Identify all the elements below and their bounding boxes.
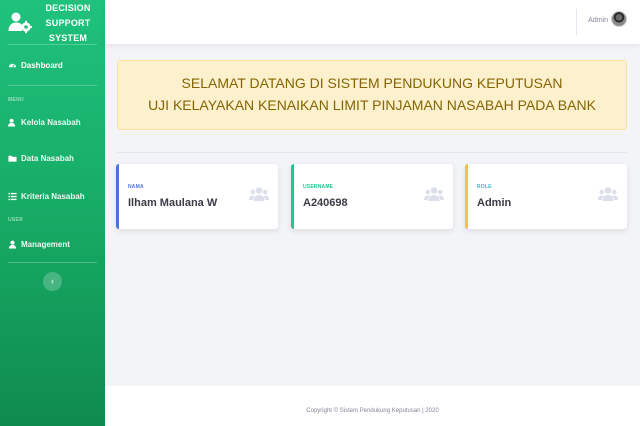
topbar-divider [576,9,577,35]
sidebar-item-label: Dashboard [21,60,63,70]
sidebar-item-data-nasabah[interactable]: Data Nasabah [0,138,105,178]
card-label: USERNAME [303,184,334,190]
sidebar-item-label: Kriteria Nasabah [21,191,85,201]
card-value: Admin [477,197,512,209]
user-icon [8,240,17,249]
card-value: Ilham Maulana W [128,197,218,209]
banner-title: SELAMAT DATANG DI SISTEM PENDUKUNG KEPUT… [181,75,563,91]
brand-line-2: SUPPORT [45,17,91,28]
brand-line-3: SYSTEM [48,32,88,43]
sidebar: DECISION SUPPORT SYSTEM Dashboard MENU K… [0,0,105,426]
users-icon [249,187,269,201]
avatar[interactable] [611,11,627,27]
folder-icon [8,154,17,163]
chevron-left-icon: ‹ [51,276,54,286]
sidebar-item-kelola-nasabah[interactable]: Kelola Nasabah [0,106,105,138]
topbar: Admin [105,0,640,44]
sidebar-item-dashboard[interactable]: Dashboard [0,45,105,85]
sidebar-heading-menu: MENU [8,97,24,103]
card-label: ROLE [477,184,492,190]
user-edit-icon [8,118,17,127]
sidebar-brand[interactable]: DECISION SUPPORT SYSTEM [0,0,105,44]
content-divider [117,152,627,153]
footer: Copyright © Sistem Pendukung Keputusan |… [105,386,640,426]
card-nama: NAMA Ilham Maulana W [116,164,278,229]
footer-copyright: Copyright © Sistem Pendukung Keputusan |… [306,408,439,414]
list-icon [8,192,17,201]
sidebar-item-label: Data Nasabah [21,153,74,163]
sidebar-item-management[interactable]: Management [0,226,105,262]
banner-subtitle: UJI KELAYAKAN KENAIKAN LIMIT PINJAMAN NA… [148,97,596,113]
user-name[interactable]: Admin [588,17,608,24]
users-cog-icon [8,12,32,34]
sidebar-toggle-button[interactable]: ‹ [43,272,62,291]
users-icon [424,187,444,201]
sidebar-item-label: Kelola Nasabah [21,117,81,127]
sidebar-item-kriteria-nasabah[interactable]: Kriteria Nasabah [0,178,105,214]
card-label: NAMA [128,184,144,190]
card-role: ROLE Admin [465,164,627,229]
brand-text: DECISION SUPPORT SYSTEM [38,1,98,46]
brand-line-1: DECISION [45,2,91,13]
card-username: USERNAME A240698 [291,164,453,229]
welcome-banner: SELAMAT DATANG DI SISTEM PENDUKUNG KEPUT… [117,60,627,130]
dashboard-icon [8,61,17,70]
users-icon [598,187,618,201]
sidebar-item-label: Management [21,239,70,249]
card-value: A240698 [303,197,348,209]
sidebar-heading-user: USER [8,217,24,223]
sidebar-divider [8,85,97,86]
sidebar-divider [8,262,97,263]
